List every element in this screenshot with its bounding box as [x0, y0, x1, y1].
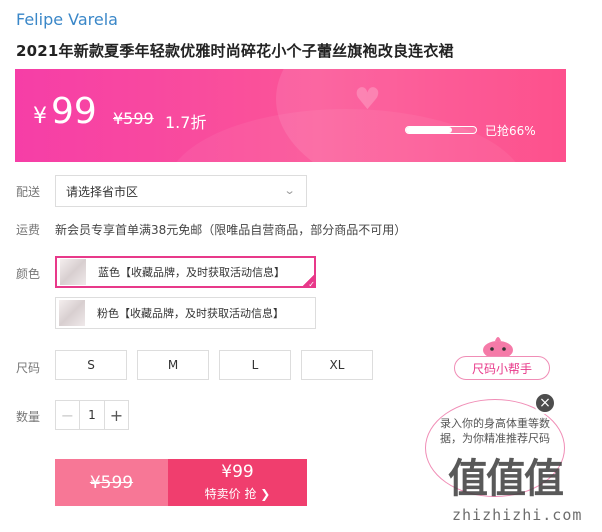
- watermark-logo: 值值值: [448, 456, 564, 502]
- delivery-label: 配送: [16, 185, 41, 199]
- size-option-l[interactable]: L: [219, 350, 291, 380]
- selected-check-icon: ✓: [300, 274, 316, 289]
- buy-sale-price: ¥99: [221, 462, 254, 482]
- price-banner: ♥ ¥ 99 ¥599 1.7折 已抢66%: [15, 69, 566, 162]
- region-select[interactable]: 请选择省市区 ⌄: [55, 175, 307, 207]
- color-thumbnail: [60, 259, 86, 285]
- size-helper-button[interactable]: 尺码小帮手: [454, 356, 550, 380]
- mascot-icon: [483, 337, 513, 358]
- size-option-xl[interactable]: XL: [301, 350, 373, 380]
- shipping-info: 新会员专享首单满38元免邮（限唯品自营商品，部分商品不可用）: [55, 223, 407, 237]
- product-title: 2021年新款夏季年轻款优雅时尚碎花小个子蕾丝旗袍改良连衣裙: [16, 42, 454, 60]
- size-option-s[interactable]: S: [55, 350, 127, 380]
- sold-progress-fill: [406, 127, 453, 133]
- watermark-text: zhizhizhi.com: [452, 506, 583, 524]
- quantity-label: 数量: [16, 410, 41, 424]
- quantity-increase-button[interactable]: +: [104, 401, 128, 429]
- size-option-m[interactable]: M: [137, 350, 209, 380]
- color-option-blue[interactable]: 蓝色【收藏品牌，及时获取活动信息】 ✓: [55, 256, 316, 289]
- current-price-value: 99: [51, 91, 97, 132]
- chevron-down-icon: ⌄: [283, 184, 296, 197]
- color-thumbnail: [59, 300, 85, 326]
- brand-name[interactable]: Felipe Varela: [16, 10, 118, 29]
- quantity-stepper: − 1 +: [55, 400, 129, 430]
- discount-label: 1.7折: [165, 113, 207, 132]
- region-select-value: 请选择省市区: [66, 184, 139, 199]
- color-option-label: 蓝色【收藏品牌，及时获取活动信息】: [98, 266, 285, 279]
- current-price: ¥ 99: [33, 91, 97, 132]
- sold-progress-text: 已抢66%: [485, 124, 536, 138]
- buy-now-button[interactable]: ¥99 特卖价 抢 ❯: [168, 459, 307, 506]
- shipping-label: 运费: [16, 223, 41, 237]
- heart-icon: ♥: [354, 82, 381, 117]
- sold-progress-bar: [405, 126, 477, 134]
- quantity-input[interactable]: 1: [80, 401, 104, 429]
- original-price-button[interactable]: ¥599: [55, 459, 168, 506]
- color-option-pink[interactable]: 粉色【收藏品牌，及时获取活动信息】: [55, 297, 316, 329]
- color-label: 颜色: [16, 267, 41, 281]
- quantity-decrease-button[interactable]: −: [56, 401, 80, 429]
- original-price: ¥599: [113, 109, 154, 128]
- currency-symbol: ¥: [33, 104, 47, 129]
- close-icon[interactable]: ×: [534, 392, 556, 414]
- color-option-label: 粉色【收藏品牌，及时获取活动信息】: [97, 307, 284, 320]
- buy-cta-label: 特卖价 抢 ❯: [204, 487, 271, 501]
- size-label: 尺码: [16, 361, 41, 375]
